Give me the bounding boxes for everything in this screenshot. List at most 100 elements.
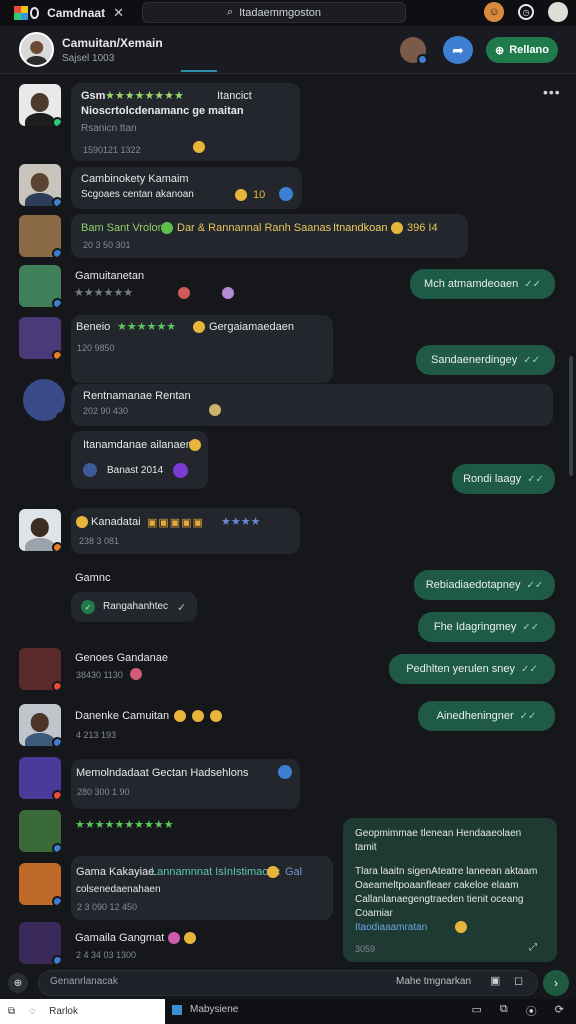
status-icon [173, 463, 188, 478]
read-receipt-icon: ✓✓ [521, 663, 538, 675]
avatar[interactable] [19, 215, 61, 257]
emoji-icon [168, 932, 180, 944]
avatar[interactable] [19, 32, 54, 67]
message-author: Gamnc [75, 572, 111, 584]
emoji-icon [222, 287, 234, 299]
shield-icon [30, 7, 40, 19]
rating-stars: ★★★★★★ [74, 287, 134, 299]
emoji-icon [455, 921, 467, 933]
emoji-icon [193, 141, 205, 153]
chat-icon[interactable]: ◻ [514, 974, 523, 987]
emoji-icon [130, 668, 142, 680]
emoji-icon [161, 222, 173, 234]
message-bubble[interactable]: Gama Kakayiae Lannamnnat IsInIstimaohc G… [71, 856, 333, 920]
avatar[interactable] [19, 265, 61, 307]
message-bubble-outgoing[interactable]: Geopmimmae tlenean Hendaaeolaen tamit Tl… [343, 818, 557, 962]
message-bubble[interactable]: Gsm ★★★★★★★★ Itancict Nioscrtolcdenamanc… [71, 83, 300, 161]
avatar[interactable] [19, 863, 61, 905]
emoji-icon [174, 710, 186, 722]
emoji-icon [209, 404, 221, 416]
globe-icon [83, 463, 97, 477]
url-text: Itadaemmgoston [239, 6, 322, 19]
avatar[interactable] [19, 810, 61, 852]
emoji-icon [192, 710, 204, 722]
close-icon[interactable]: ✕ [113, 5, 124, 21]
attach-icon[interactable]: ⊕ [8, 973, 28, 993]
app-icon [172, 1004, 182, 1015]
expand-icon[interactable]: ⤢ [529, 942, 537, 953]
message-bubble-outgoing[interactable]: Sandaenerdingey ✓✓ [416, 345, 555, 375]
rating-stars: ★★★★★★★★★★ [75, 819, 174, 831]
taskbar-item-active[interactable]: ⧉ ◌ Rarlok [0, 999, 165, 1024]
message-bubble[interactable]: Cambinokety Kamaim Scgoaes centan akanoa… [71, 167, 302, 209]
page-title: Camuitan/Xemain [62, 36, 163, 50]
header-subtitle: Sajsel 1003 [62, 53, 115, 64]
avatar[interactable] [19, 922, 61, 964]
active-tab-indicator [181, 70, 217, 72]
read-receipt-icon: ✓✓ [526, 579, 544, 591]
clock-icon[interactable]: ◷ [518, 4, 534, 20]
display-icon[interactable]: ▭ [472, 1003, 482, 1019]
message-bubble-outgoing[interactable]: Pedhlten yerulen sney ✓✓ [389, 654, 555, 684]
emoji-icon [267, 866, 279, 878]
taskbar: ⧉ ◌ Rarlok Mabysiene ▭ ⧉ ⦿ ⟳ [0, 999, 576, 1024]
read-receipt-icon: ✓ [177, 602, 187, 614]
message-bubble[interactable]: Memolndadaat Gectan Hadsehlons 280 300 1… [71, 759, 300, 809]
message-bubble[interactable]: Rentnamanae Rentan 202 90 430 [71, 384, 553, 426]
emoji-icon [184, 932, 196, 944]
message-bubble-outgoing[interactable]: Rebiadiaedotapney ✓✓ [414, 570, 555, 600]
check-icon: ✓ [81, 600, 95, 614]
emoji-row: ▣▣▣▣▣ [147, 517, 204, 529]
record-icon[interactable]: ⦿ [526, 1003, 537, 1019]
plus-icon: ⊕ [495, 44, 505, 57]
window-icon: ⧉ [8, 1006, 16, 1017]
primary-button[interactable]: ⊕ Rellano [486, 37, 558, 63]
message-bubble-outgoing[interactable]: Rondi laagy ✓✓ [452, 464, 555, 494]
browser-tab-bar: Camdnaat ✕ ⌕ Itadaemmgoston ☺ ◷ [0, 0, 576, 26]
search-icon: ⌕ [226, 6, 234, 18]
avatar[interactable] [19, 317, 61, 359]
message-author: Danenke Camuitan [75, 710, 170, 722]
send-button[interactable]: › [543, 970, 569, 996]
emoji-icon [391, 222, 403, 234]
avatar[interactable] [19, 757, 61, 799]
message-bubble-outgoing[interactable]: Ainedheningner ✓✓ [418, 701, 555, 731]
profile-icon[interactable]: ☺ [484, 2, 504, 22]
message-time: 2 4 34 03 1300 [76, 950, 137, 960]
message-bubble[interactable]: ✓ Rangahanhtec ✓ [71, 592, 197, 622]
emoji-icon [178, 287, 190, 299]
message-input-placeholder: Genanrlanacak [50, 976, 118, 987]
message-author: Gamuitanetan [75, 270, 145, 282]
message-bubble-outgoing[interactable]: Mch atmamdeoaen ✓✓ [410, 269, 555, 299]
message-bubble[interactable]: Bam Sant Vrolor Dar & Rannannal Ranh Saa… [71, 214, 468, 258]
message-list: Gsm ★★★★★★★★ Itancict Nioscrtolcdenamanc… [0, 74, 576, 968]
emoji-icon [193, 321, 205, 333]
avatar[interactable] [19, 84, 61, 126]
avatar[interactable] [19, 509, 61, 551]
taskbar-item[interactable]: Mabysiene [172, 1004, 238, 1015]
emoji-icon [235, 189, 247, 201]
avatar[interactable] [19, 648, 61, 690]
avatar[interactable] [23, 379, 65, 421]
composer-hint: Mahe tmgnarkan [396, 976, 472, 987]
copy-icon[interactable]: ⧉ [500, 1003, 508, 1019]
message-time: 4 213 193 [76, 730, 117, 740]
avatar[interactable] [19, 704, 61, 746]
scrollbar[interactable] [569, 356, 573, 476]
image-icon[interactable]: ▣ [490, 974, 500, 987]
sync-icon[interactable]: ⟳ [555, 1003, 564, 1019]
avatar[interactable] [400, 37, 428, 65]
message-bubble[interactable]: Beneio ★★★★★★ Gergaiamaedaen 120 9850 [71, 315, 333, 383]
app-logo-icon [14, 6, 28, 20]
avatar[interactable] [19, 164, 61, 206]
message-bubble[interactable]: Itanamdanae ailanaen Banast 2014 [71, 431, 208, 489]
link[interactable]: Itaodiaaamratan [355, 922, 427, 933]
share-icon[interactable]: ➦ [443, 36, 473, 64]
message-bubble-outgoing[interactable]: Fhe Idagringmey ✓✓ [418, 612, 555, 642]
message-bubble[interactable]: Kanadatai ▣▣▣▣▣ ★★★★ 238 3 081 [71, 508, 300, 554]
user-avatar[interactable] [548, 2, 568, 22]
info-icon [278, 765, 292, 779]
message-time: 38430 1130 [76, 670, 123, 680]
browser-tab[interactable]: Camdnaat ✕ [6, 2, 132, 24]
search-input[interactable]: ⌕ Itadaemmgoston [142, 2, 406, 23]
